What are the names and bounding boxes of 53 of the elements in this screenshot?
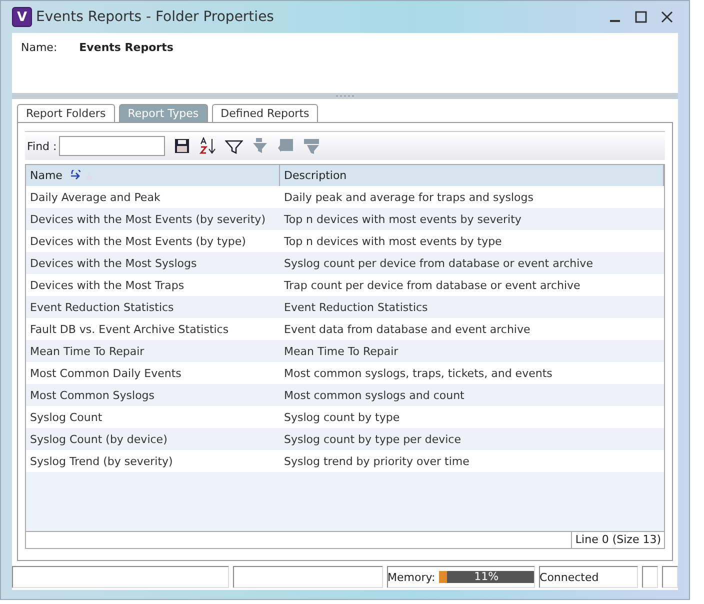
name-label: Name: (21, 41, 58, 56)
window-title: Events Reports - Folder Properties (36, 9, 275, 25)
filter-delete-icon (250, 137, 269, 155)
table-cell-text: Devices with the Most Syslogs (29, 256, 198, 270)
row-count-label: Line 0 (Size 13) (571, 532, 664, 548)
table-cell-text: Event Reduction Statistics (29, 300, 175, 314)
find-field[interactable] (58, 136, 165, 156)
toolbar-button[interactable] (198, 137, 217, 155)
table-cell-text: Syslog Count (29, 410, 104, 424)
table-cell-text: Daily Average and Peak (29, 190, 162, 204)
table-cell-text: Trap count per device from database or event archive (283, 278, 582, 292)
tab[interactable]: Report Folders (17, 104, 115, 122)
app-logo: V (12, 7, 32, 27)
column-header[interactable]: Description (284, 169, 347, 182)
toolbar-button[interactable] (172, 137, 191, 155)
status-pane (662, 566, 678, 588)
table-cell-text: Mean Time To Repair (283, 344, 400, 358)
save-icon (172, 137, 191, 155)
memory-label: Memory: (388, 570, 436, 584)
table-cell-text: Devices with the Most Traps (29, 278, 186, 292)
table-cell-text: Syslog Count (by device) (29, 432, 168, 446)
status-pane (642, 566, 658, 588)
table-cell-text: Top n devices with most events by type (283, 234, 503, 248)
table-cell-text: Daily peak and average for traps and syslogs (283, 190, 534, 204)
connection-status: Connected (540, 570, 599, 584)
table-cell-text: Syslog count per device from database or event archive (283, 256, 594, 270)
sort-indicator-icon (70, 170, 94, 182)
table-cell-text: Top n devices with most events by severity (283, 212, 522, 226)
find-label: Find : (27, 140, 57, 152)
tab[interactable]: Defined Reports (212, 104, 318, 122)
table-cell-text: Fault DB vs. Event Archive Statistics (29, 322, 230, 336)
close-icon (661, 11, 673, 23)
name-value: Events Reports (79, 41, 174, 56)
minimize-icon (610, 20, 620, 22)
table-cell-text: Most Common Syslogs (29, 388, 156, 402)
table-cell-text: Most common syslogs and count (283, 388, 466, 402)
table-cell-text: Mean Time To Repair (29, 344, 146, 358)
table-cell-text: Devices with the Most Events (by severity) (29, 212, 266, 226)
table-cell-text: Syslog count by type per device (283, 432, 462, 446)
table-cell-text: Event data from database and event archive (283, 322, 532, 336)
table-cell-text: Most Common Daily Events (29, 366, 182, 380)
table-cell-text: Syslog count by type (283, 410, 401, 424)
splitter-handle[interactable] (12, 93, 678, 99)
filter-edit-icon (302, 137, 321, 155)
table-cell-text: Event Reduction Statistics (283, 300, 429, 314)
table-cell-text: Most common syslogs, traps, tickets, and events (283, 366, 554, 380)
table-cell-text: Devices with the Most Events (by type) (29, 234, 247, 248)
sort-az-icon (198, 137, 217, 155)
column-header[interactable]: Name (30, 169, 62, 182)
memory-reading: 11% (473, 571, 500, 583)
maximize-icon (635, 11, 647, 23)
table-cell-text: Syslog Trend (by severity) (29, 454, 174, 468)
table-cell-text: Syslog trend by priority over time (283, 454, 470, 468)
